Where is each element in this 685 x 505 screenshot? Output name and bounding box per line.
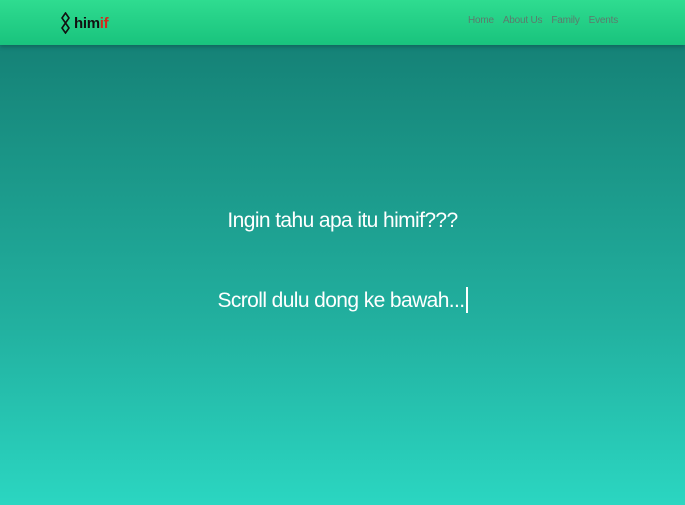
hero-scroll-hint-text: Scroll dulu dong ke bawah...: [217, 289, 465, 312]
typing-cursor: [465, 287, 468, 313]
logo-text-if: if: [99, 14, 109, 32]
logo-text: himif: [74, 14, 109, 32]
nav-link-family[interactable]: Family: [551, 15, 579, 26]
nav-link-about-us[interactable]: About Us: [503, 15, 543, 26]
nav-link-events[interactable]: Events: [589, 15, 619, 26]
nav-link-home[interactable]: Home: [468, 15, 494, 26]
himif-logo[interactable]: himif: [61, 12, 109, 34]
himif-logo-icon: [61, 12, 70, 34]
nav-menu: Home About Us Family Events: [468, 15, 618, 26]
logo-text-him: him: [74, 14, 100, 32]
navbar: himif Home About Us Family Events: [0, 0, 685, 45]
hero-scroll-hint: Scroll dulu dong ke bawah...: [0, 287, 685, 313]
hero-question: Ingin tahu apa itu himif???: [227, 209, 458, 232]
